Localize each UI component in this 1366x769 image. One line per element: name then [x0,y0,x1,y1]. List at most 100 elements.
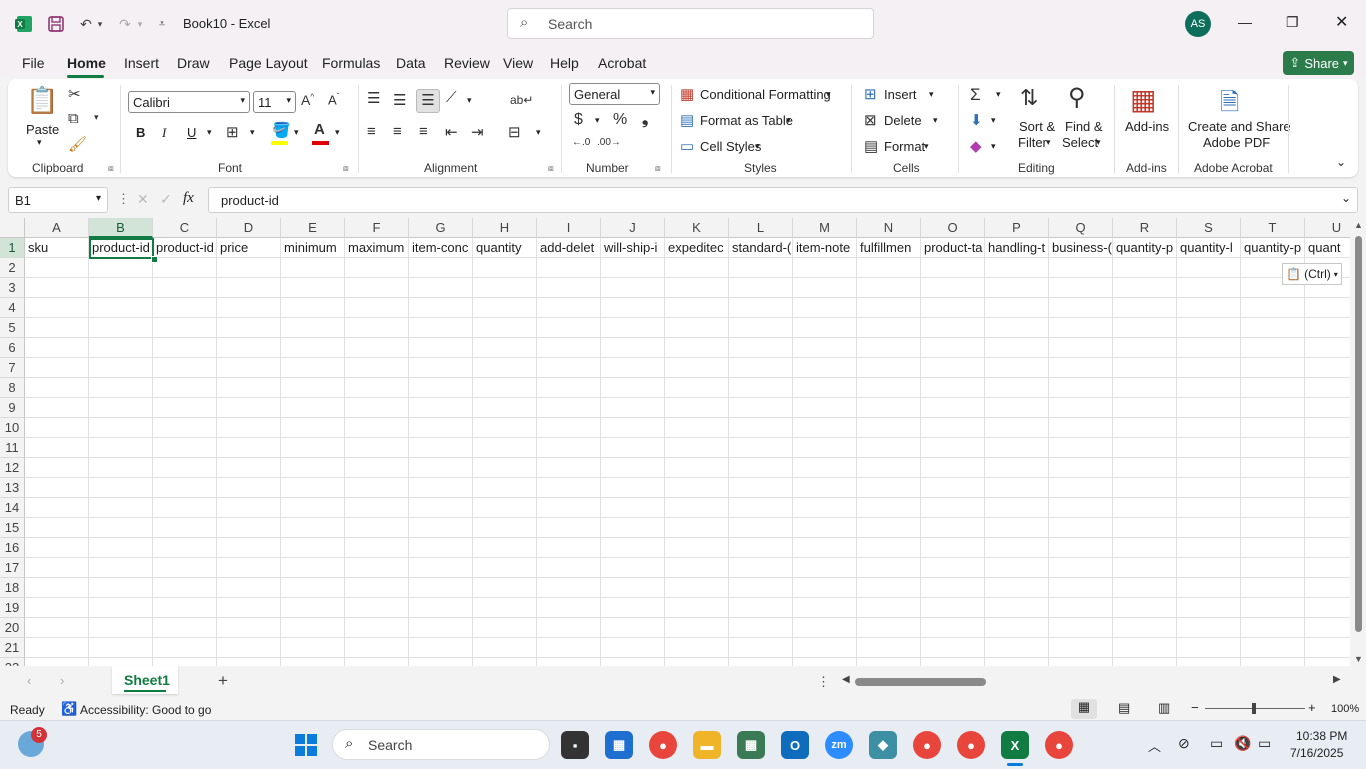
copy-dropdown-icon[interactable]: ▾ [94,112,99,123]
format-cells-icon[interactable]: ▤ [864,137,878,155]
row-header-6[interactable]: 6 [0,338,25,358]
column-header-d[interactable]: D [217,218,281,238]
copy-icon[interactable]: ⧉ [68,110,79,127]
column-header-i[interactable]: I [537,218,601,238]
insert-cells-button[interactable]: Insert [884,87,917,102]
sheet-tab-sheet1[interactable]: Sheet1 [112,666,178,694]
cut-icon[interactable]: ✂ [68,85,81,103]
borders-icon[interactable]: ⊞ [226,123,239,141]
row-header-18[interactable]: 18 [0,578,25,598]
paste-label[interactable]: Paste [26,122,59,137]
chevron-up-icon[interactable]: ︿ [1148,736,1161,755]
vertical-scrollbar[interactable]: ▲ ▼ [1350,218,1366,666]
cell-t1[interactable]: quantity-p [1241,238,1305,258]
align-center-icon[interactable]: ≡ [393,123,402,140]
save-icon[interactable] [44,12,68,36]
orientation-icon[interactable]: ⟋ [446,89,457,106]
chevron-down-icon[interactable]: ▾ [933,115,938,126]
currency-icon[interactable]: $ [574,111,583,129]
cell-e1[interactable]: minimum [281,238,345,258]
paste-options-button[interactable]: 📋 (Ctrl) ▾ [1282,263,1342,285]
align-right-icon[interactable]: ≡ [419,123,428,140]
orientation-dropdown-icon[interactable]: ▾ [467,95,472,106]
font-name-select[interactable]: Calibri ▾ [128,91,250,113]
store-icon[interactable]: ▦ [605,731,633,759]
zoom-slider-thumb[interactable] [1252,703,1256,714]
row-header-8[interactable]: 8 [0,378,25,398]
row-header-12[interactable]: 12 [0,458,25,478]
column-header-q[interactable]: Q [1049,218,1113,238]
decrease-decimal-icon[interactable]: .00→ [597,137,621,148]
task-view-icon[interactable]: ▪ [561,731,589,759]
comma-style-icon[interactable]: ❟ [642,111,648,129]
tab-home[interactable]: Home [67,55,106,71]
row-header-14[interactable]: 14 [0,498,25,518]
chevron-down-icon[interactable]: ▾ [1046,137,1051,148]
row-header-7[interactable]: 7 [0,358,25,378]
italic-button[interactable]: I [162,125,166,141]
cell-q1[interactable]: business-( [1049,238,1113,258]
align-middle-icon[interactable]: ☰ [393,91,406,109]
increase-indent-icon[interactable]: ⇥ [471,123,484,141]
align-bottom-icon[interactable]: ☰ [416,89,440,113]
user-avatar[interactable]: AS [1185,11,1211,37]
row-header-20[interactable]: 20 [0,618,25,638]
column-header-b[interactable]: B [89,218,153,238]
cell-g1[interactable]: item-conc [409,238,473,258]
cell-p1[interactable]: handling-t [985,238,1049,258]
format-cells-button[interactable]: Format [884,139,925,154]
tab-data[interactable]: Data [396,55,426,71]
column-header-m[interactable]: M [793,218,857,238]
chevron-down-icon[interactable]: ▾ [929,89,934,100]
start-icon[interactable] [294,733,318,757]
cell-c1[interactable]: product-id [153,238,217,258]
row-header-3[interactable]: 3 [0,278,25,298]
fill-icon[interactable]: ⬇ [970,111,983,129]
cell-j1[interactable]: will-ship-i [601,238,665,258]
add-sheet-icon[interactable]: + [218,671,228,691]
taskbar-search[interactable]: ⌕ Search [332,729,550,760]
page-layout-view-icon[interactable]: ▤ [1118,700,1130,716]
zoom-in-icon[interactable]: + [1308,700,1316,715]
fill-color-icon[interactable]: 🪣 [272,121,291,139]
fill-dropdown-icon[interactable]: ▾ [991,115,996,126]
underline-dropdown-icon[interactable]: ▾ [207,127,212,138]
column-header-k[interactable]: K [665,218,729,238]
column-header-j[interactable]: J [601,218,665,238]
number-launcher-icon[interactable]: ⧈ [655,163,661,174]
cell-m1[interactable]: item-note [793,238,857,258]
row-header-17[interactable]: 17 [0,558,25,578]
increase-font-icon[interactable]: A^ [301,92,314,108]
align-left-icon[interactable]: ≡ [367,123,376,140]
conditional-formatting-icon[interactable]: ▦ [680,85,694,103]
accessibility-status[interactable]: Accessibility: Good to go [80,703,211,717]
app-icon[interactable]: ◆ [869,731,897,759]
cell-u1[interactable]: quant [1305,238,1350,258]
borders-dropdown-icon[interactable]: ▾ [250,127,255,138]
sort-filter-label-1[interactable]: Sort & [1019,119,1055,134]
cell-f1[interactable]: maximum [345,238,409,258]
row-header-1[interactable]: 1 [0,238,25,258]
horizontal-scroll-thumb[interactable] [855,678,986,686]
cell-o1[interactable]: product-ta [921,238,985,258]
clipboard-launcher-icon[interactable]: ⧈ [108,163,114,174]
scroll-up-icon[interactable]: ▲ [1354,220,1363,230]
column-header-e[interactable]: E [281,218,345,238]
tab-draw[interactable]: Draw [177,55,210,71]
column-header-a[interactable]: A [25,218,89,238]
accessibility-icon[interactable]: ♿ [61,701,77,717]
find-select-icon[interactable]: ⚲ [1068,83,1086,112]
row-header-15[interactable]: 15 [0,518,25,538]
column-header-r[interactable]: R [1113,218,1177,238]
chevron-down-icon[interactable]: ▾ [826,89,831,100]
chrome-profile-icon[interactable]: ● [1045,731,1073,759]
decrease-font-icon[interactable]: Aˇ [328,92,339,107]
chevron-down-icon[interactable]: ▾ [1096,137,1101,148]
row-header-21[interactable]: 21 [0,638,25,658]
formula-input[interactable]: product-id ⌄ [208,187,1358,213]
row-header-19[interactable]: 19 [0,598,25,618]
cell-k1[interactable]: expeditec [665,238,729,258]
wrap-text-icon[interactable]: ab↵ [510,93,533,107]
scroll-down-icon[interactable]: ▼ [1354,654,1363,664]
clock-date[interactable]: 7/16/2025 [1290,746,1343,760]
